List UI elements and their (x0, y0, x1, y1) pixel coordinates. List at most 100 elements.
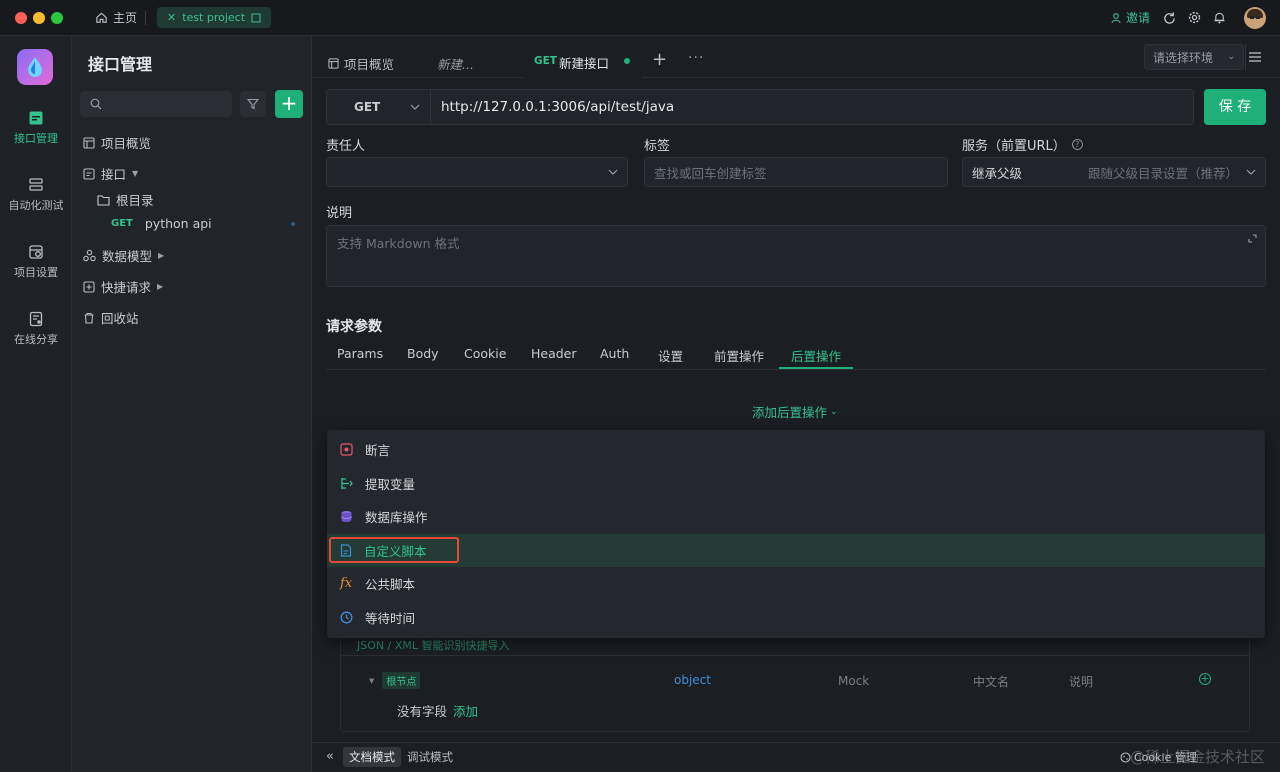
caret-right-icon[interactable]: ▶ (157, 282, 163, 291)
root-type[interactable]: object (674, 673, 711, 687)
tab-post-operations[interactable]: 后置操作 (791, 346, 841, 365)
tree-item-overview[interactable]: 项目概览 (83, 133, 151, 152)
add-post-operation-button[interactable]: 添加后置操作 ⌄ (752, 402, 838, 421)
interface-folder-icon (83, 167, 95, 180)
chinese-name-column[interactable]: 中文名 (973, 673, 1009, 690)
post-operation-menu: 断言 提取变量 数据库操作 自定义脚本 fx 公共脚本 等待时间 (327, 430, 1265, 638)
tab-params[interactable]: Params (337, 346, 383, 361)
unsaved-dot (624, 58, 630, 64)
tree-item-quick-requests[interactable]: 快捷请求 ▶ (83, 277, 163, 296)
project-tab[interactable]: ✕ test project (157, 7, 272, 28)
hamburger-menu-icon[interactable] (1249, 52, 1261, 62)
home-tab[interactable]: 主页 (95, 9, 137, 26)
tags-label: 标签 (644, 139, 671, 154)
tree-item-python-api[interactable]: GET python api (111, 216, 212, 231)
service-value: 继承父级 (972, 165, 1023, 181)
filter-button[interactable] (240, 91, 266, 117)
add-field-link[interactable]: 添加 (453, 704, 478, 719)
plus-icon: + (652, 49, 668, 70)
main-area: 项目概览 新建... GET 新建接口 + ··· 请选择环境 ⌄ GET 保 … (312, 36, 1280, 772)
caret-down-icon[interactable]: ▼ (369, 677, 374, 685)
sync-icon[interactable] (1163, 11, 1176, 24)
menu-item-database[interactable]: 数据库操作 (327, 500, 1265, 533)
settings-gear-icon[interactable] (1188, 11, 1201, 24)
description-textarea[interactable]: 支持 Markdown 格式 (326, 225, 1266, 287)
collapse-sidebar-icon[interactable]: « (326, 749, 334, 764)
environment-select[interactable]: 请选择环境 ⌄ (1144, 44, 1244, 70)
clock-icon (340, 611, 353, 624)
menu-item-custom-script[interactable]: 自定义脚本 (327, 534, 1265, 567)
owner-select[interactable] (326, 157, 628, 187)
home-icon (96, 12, 107, 23)
request-url-bar: GET (326, 89, 1194, 125)
invite-button[interactable]: 邀请 (1111, 9, 1150, 26)
tab-header[interactable]: Header (531, 346, 577, 361)
method-select[interactable]: GET (327, 90, 431, 124)
owner-label: 责任人 (326, 139, 366, 154)
tab-overview[interactable]: 项目概览 (328, 54, 394, 73)
close-tab-icon[interactable]: ✕ (167, 11, 176, 24)
plus-icon: + (280, 91, 298, 115)
tags-input[interactable]: 查找或回车创建标签 (644, 157, 948, 187)
menu-item-extract-variable[interactable]: 提取变量 (327, 467, 1265, 500)
add-post-operation-label: 添加后置操作 (752, 405, 828, 420)
tab-settings[interactable]: 设置 (658, 346, 683, 365)
tree-label-python-api: python api (144, 216, 212, 231)
tree-item-root-dir[interactable]: 根目录 (97, 190, 154, 209)
caret-right-icon[interactable]: ▶ (158, 251, 164, 260)
tree-item-data-models[interactable]: 数据模型 ▶ (83, 246, 164, 265)
mock-column[interactable]: Mock (838, 674, 869, 688)
sidebar-label-project-settings: 项目设置 (14, 266, 58, 279)
menu-item-public-script[interactable]: fx 公共脚本 (327, 567, 1265, 600)
bottom-status-bar: « 文档模式 调试模式 Cookie 管理 @稀土掘金技术社区 (312, 742, 1280, 772)
add-field-circle-icon[interactable]: + (1199, 673, 1211, 685)
description-label: 说明 (326, 206, 353, 221)
notification-bell-icon[interactable] (1213, 11, 1226, 24)
url-input[interactable] (433, 90, 1193, 124)
expand-icon[interactable] (1248, 234, 1257, 243)
tab-auth[interactable]: Auth (600, 346, 629, 361)
more-tabs-button[interactable]: ··· (688, 50, 704, 66)
add-tab-button[interactable]: + (652, 49, 667, 70)
tab-cookie[interactable]: Cookie (464, 346, 506, 361)
api-management-icon (29, 111, 43, 125)
user-avatar[interactable] (1244, 7, 1266, 29)
save-button[interactable]: 保 存 (1204, 89, 1266, 125)
debug-mode-button[interactable]: 调试模式 (407, 747, 453, 767)
minimize-window-button[interactable] (33, 12, 45, 24)
tree-item-interfaces[interactable]: 接口 ▼ (83, 164, 138, 183)
sidebar-item-automation-test[interactable]: 自动化测试 (0, 177, 72, 213)
schema-root-row: ▼ 根节点 (369, 672, 421, 689)
sidebar-label-online-share: 在线分享 (14, 333, 58, 346)
sidebar-item-online-share[interactable]: 在线分享 (0, 311, 72, 347)
tab-new-draft[interactable]: 新建... (437, 54, 474, 73)
maximize-window-button[interactable] (51, 12, 63, 24)
sidebar-item-api-management[interactable]: 接口管理 (0, 110, 72, 146)
tree-label-overview: 项目概览 (101, 136, 152, 151)
chevron-down-icon (410, 104, 420, 110)
service-select[interactable]: 继承父级 跟随父级目录设置（推荐） (962, 157, 1266, 187)
close-window-button[interactable] (15, 12, 27, 24)
tree-search-input[interactable] (80, 91, 232, 117)
api-tree-panel: 接口管理 + 项目概览 接口 ▼ 根目录 GET python api 数据模型… (72, 36, 312, 772)
help-icon[interactable]: ? (1071, 139, 1083, 150)
add-new-button[interactable]: + (275, 90, 303, 118)
tree-item-recycle-bin[interactable]: 回收站 (83, 308, 139, 327)
doc-mode-button[interactable]: 文档模式 (343, 747, 401, 767)
panel-title: 接口管理 (88, 55, 153, 74)
json-import-hint[interactable]: JSON / XML 智能识别快捷导入 (357, 637, 509, 653)
caret-down-icon[interactable]: ▼ (132, 169, 138, 178)
method-select-label: GET (354, 100, 381, 114)
cookie-manager-button[interactable]: Cookie 管理 (1120, 749, 1197, 765)
sidebar-item-project-settings[interactable]: 项目设置 (0, 244, 72, 280)
tab-active-new-api[interactable]: GET 新建接口 (524, 36, 642, 79)
active-tab-label: 新建接口 (559, 56, 610, 71)
tab-pre-operations[interactable]: 前置操作 (714, 346, 764, 365)
tab-body[interactable]: Body (407, 346, 439, 361)
api-status-dot (291, 222, 295, 226)
menu-item-wait-time[interactable]: 等待时间 (327, 601, 1265, 634)
external-link-icon[interactable] (251, 13, 261, 23)
menu-item-assertion[interactable]: 断言 (327, 433, 1265, 466)
description-column[interactable]: 说明 (1069, 673, 1093, 690)
sidebar-label-api-management: 接口管理 (14, 132, 58, 145)
